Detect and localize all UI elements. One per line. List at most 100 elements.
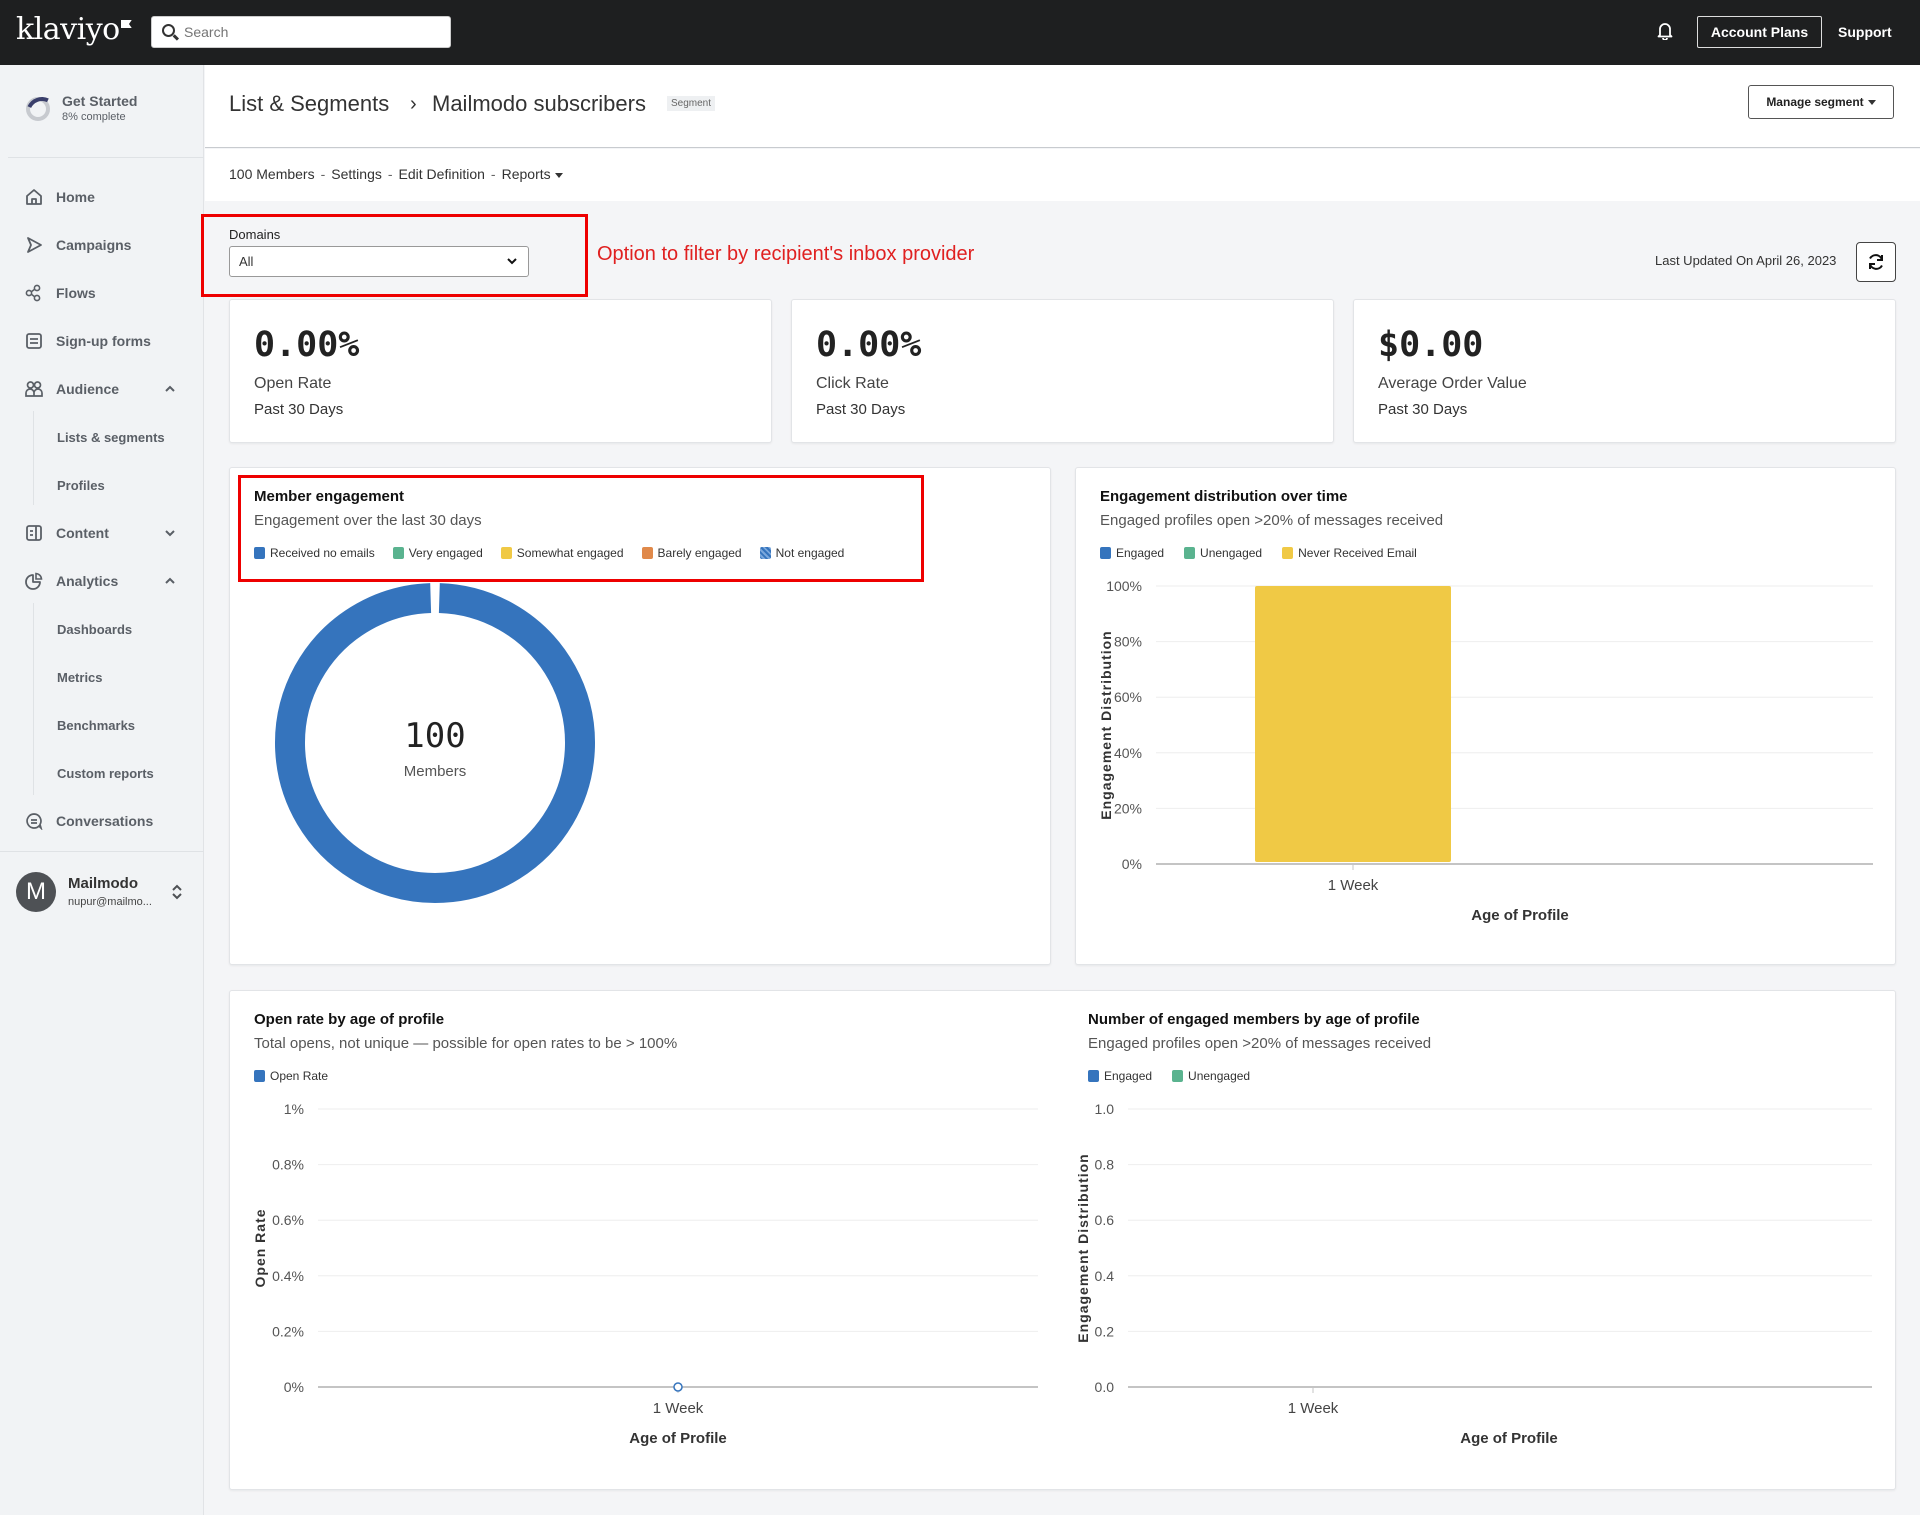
avatar: M	[16, 872, 56, 912]
sidebar-item-label: Sign-up forms	[56, 333, 151, 349]
settings-link[interactable]: Settings	[331, 166, 382, 182]
flows-icon	[25, 284, 41, 302]
sidebar-item-label: Analytics	[56, 573, 119, 589]
chevron-down-icon[interactable]	[163, 526, 177, 540]
sidebar-item-lists-segments[interactable]: Lists & segments	[0, 417, 204, 457]
klaviyo-logo[interactable]: klaviyo	[16, 12, 132, 47]
x-tick-label: 1 Week	[1288, 1400, 1339, 1417]
last-updated: Last Updated On April 26, 2023	[1655, 253, 1837, 268]
y-axis-label: Engagement Distribution	[1098, 630, 1114, 819]
members-link[interactable]: 100 Members	[229, 166, 315, 182]
y-tick-label: 40%	[1114, 745, 1142, 761]
chart-legend: Engaged Unengaged	[1088, 1069, 1250, 1083]
account-switcher[interactable]: M Mailmodo nupur@mailmo...	[16, 868, 196, 916]
caret-down-icon	[554, 172, 563, 178]
annotation-text: Option to filter by recipient's inbox pr…	[597, 243, 975, 265]
legend-item[interactable]: Open Rate	[254, 1069, 328, 1083]
chart-legend: Open Rate	[254, 1069, 328, 1083]
legend-swatch	[1172, 1070, 1184, 1082]
legend-label: Engaged	[1104, 1069, 1153, 1083]
donut-center-label: Members	[404, 763, 467, 780]
domains-label: Domains	[229, 227, 281, 242]
legend-item[interactable]: Engaged	[1100, 546, 1164, 560]
manage-segment-button[interactable]: Manage segment	[1748, 85, 1894, 119]
sidebar-item-label: Benchmarks	[57, 717, 136, 733]
legend-item[interactable]: Unengaged	[1172, 1069, 1250, 1083]
sidebar-item-label: Dashboards	[57, 621, 133, 637]
sidebar-item-label: Home	[56, 189, 95, 205]
sidebar-item-label: Audience	[56, 381, 120, 397]
x-tick-label: 1 Week	[1328, 877, 1379, 894]
sidebar-item-home[interactable]: Home	[0, 177, 204, 217]
sidebar-item-campaigns[interactable]: Campaigns	[0, 225, 204, 265]
kpi-card-average-order-value: $0.00 Average Order Value Past 30 Days	[1353, 299, 1896, 443]
sidebar-item-dashboards[interactable]: Dashboards	[0, 609, 204, 649]
account-plans-button[interactable]: Account Plans	[1697, 16, 1822, 48]
page-header: List & Segments › Mailmodo subscribers S…	[205, 65, 1920, 148]
legend-swatch	[1088, 1070, 1099, 1082]
legend-item[interactable]: Unengaged	[1184, 546, 1262, 560]
chart-legend: Engaged Unengaged Never Received Email	[1100, 546, 1417, 560]
sidebar-item-label: Campaigns	[56, 237, 132, 253]
sidebar-item-label: Custom reports	[57, 765, 154, 781]
sidebar-item-content[interactable]: Content	[0, 513, 204, 553]
legend-swatch	[1184, 547, 1196, 559]
subnav-separator: -	[320, 166, 326, 182]
kpi-value: $0.00	[1378, 325, 1484, 365]
y-tick-label: 20%	[1114, 800, 1142, 816]
sidebar-item-label: Metrics	[57, 669, 103, 685]
logo-text: klaviyo	[16, 12, 120, 47]
legend-item[interactable]: Engaged	[1088, 1069, 1152, 1083]
y-tick-label: 1%	[284, 1101, 304, 1117]
y-tick-label: 0.4	[1095, 1268, 1115, 1284]
sidebar-item-signup-forms[interactable]: Sign-up forms	[0, 321, 204, 361]
edit-definition-link[interactable]: Edit Definition	[399, 166, 485, 182]
account-email: nupur@mailmo...	[68, 896, 152, 908]
chevron-up-icon[interactable]	[163, 382, 177, 396]
engaged-members-chart: 0.0 0.2 0.4 0.6 0.8 1.0 1 Week Age of Profile En…	[1075, 1101, 1872, 1447]
support-link[interactable]: Support	[1838, 16, 1892, 48]
sidebar-item-audience[interactable]: Audience	[0, 369, 204, 409]
kpi-value: 0.00%	[254, 325, 360, 365]
breadcrumb-lists-segments[interactable]: List & Segments	[229, 91, 389, 117]
bar-never-received-email	[1255, 586, 1451, 862]
sidebar-item-custom-reports[interactable]: Custom reports	[0, 753, 204, 793]
kpi-period: Past 30 Days	[254, 401, 344, 418]
y-tick-label: 0%	[1122, 856, 1142, 872]
sidebar-item-profiles[interactable]: Profiles	[0, 465, 204, 505]
reports-dropdown[interactable]: Reports	[502, 166, 563, 182]
sidebar-item-metrics[interactable]: Metrics	[0, 657, 204, 697]
chart-title: Open rate by age of profile	[254, 1011, 445, 1028]
sidebar-item-label: Content	[56, 525, 109, 541]
search-box[interactable]	[151, 16, 451, 48]
y-axis-label: Engagement Distribution	[1075, 1153, 1091, 1342]
top-bar: klaviyo Account Plans Support	[0, 0, 1920, 65]
y-tick-label: 0.4%	[272, 1268, 304, 1284]
y-tick-label: 80%	[1114, 634, 1142, 650]
y-tick-label: 60%	[1114, 689, 1142, 705]
sidebar-item-analytics[interactable]: Analytics	[0, 561, 204, 601]
x-axis-label: Age of Profile	[1460, 1430, 1558, 1447]
legend-swatch	[1100, 547, 1111, 559]
kpi-label: Average Order Value	[1378, 375, 1527, 392]
y-tick-label: 0.8	[1095, 1157, 1115, 1173]
refresh-button[interactable]	[1856, 242, 1896, 282]
domains-select[interactable]: All	[229, 246, 529, 277]
page-title: Mailmodo subscribers	[432, 91, 646, 116]
x-axis-label: Age of Profile	[1471, 907, 1569, 924]
y-tick-label: 1.0	[1095, 1101, 1115, 1117]
legend-item[interactable]: Never Received Email	[1282, 546, 1417, 560]
expand-collapse-icon[interactable]	[170, 882, 184, 902]
domains-selected-value: All	[239, 254, 254, 269]
breadcrumb-separator: ›	[410, 93, 417, 115]
chevron-up-icon[interactable]	[163, 574, 177, 588]
sidebar-item-conversations[interactable]: Conversations	[0, 801, 204, 841]
bell-icon[interactable]	[1657, 22, 1673, 40]
x-tick-label: 1 Week	[653, 1400, 704, 1417]
x-axis-label: Age of Profile	[629, 1430, 727, 1447]
chart-subtitle: Total opens, not unique — possible for o…	[254, 1035, 678, 1052]
kpi-label: Click Rate	[816, 375, 889, 392]
search-input[interactable]	[184, 17, 444, 47]
sidebar-item-benchmarks[interactable]: Benchmarks	[0, 705, 204, 745]
sidebar-item-flows[interactable]: Flows	[0, 273, 204, 313]
